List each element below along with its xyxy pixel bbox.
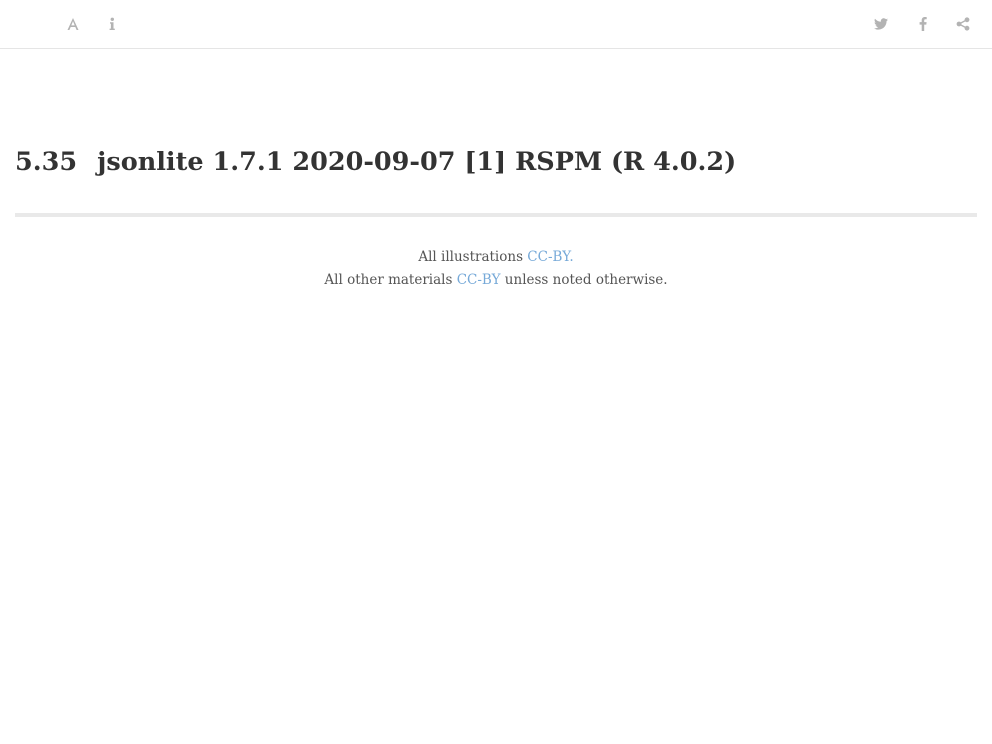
license-line-illustrations: All illustrations CC-BY. bbox=[0, 246, 992, 269]
page-title-text: jsonlite 1.7.1 2020-09-07 [1] RSPM (R 4.… bbox=[97, 147, 737, 177]
font-settings-icon bbox=[67, 18, 79, 30]
twitter-button[interactable] bbox=[869, 12, 893, 36]
top-toolbar bbox=[0, 0, 992, 49]
share-icon bbox=[956, 17, 970, 31]
page-title: 5.35 jsonlite 1.7.1 2020-09-07 [1] RSPM (… bbox=[15, 142, 736, 182]
license-footer: All illustrations CC-BY. All other mater… bbox=[0, 246, 992, 292]
section-number: 5.35 bbox=[15, 147, 78, 177]
font-settings-button[interactable] bbox=[61, 12, 85, 36]
license-text: unless noted otherwise. bbox=[500, 272, 668, 288]
info-button[interactable] bbox=[100, 12, 124, 36]
license-text: All other materials bbox=[324, 272, 457, 288]
info-icon bbox=[109, 17, 115, 30]
facebook-button[interactable] bbox=[911, 12, 935, 36]
twitter-icon bbox=[874, 18, 888, 30]
title-divider bbox=[15, 213, 977, 217]
facebook-icon bbox=[919, 17, 927, 31]
cc-by-materials-link[interactable]: CC-BY bbox=[457, 272, 501, 288]
license-text: All illustrations bbox=[418, 249, 528, 265]
cc-by-illustrations-link[interactable]: CC-BY. bbox=[527, 249, 573, 265]
share-button[interactable] bbox=[951, 12, 975, 36]
license-line-materials: All other materials CC-BY unless noted o… bbox=[0, 269, 992, 292]
